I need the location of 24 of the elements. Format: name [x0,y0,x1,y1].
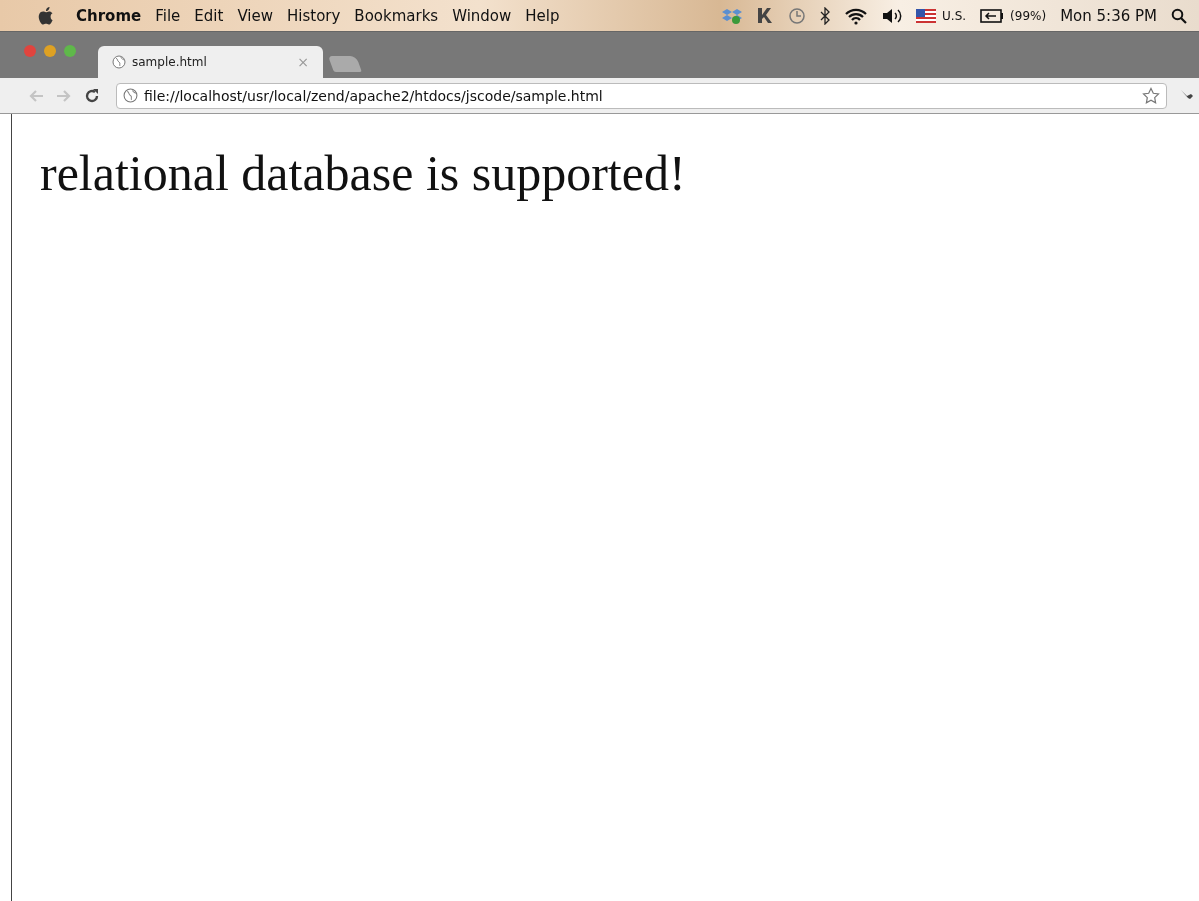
page-heading: relational database is supported! [40,144,687,202]
clock[interactable]: Mon 5:36 PM [1060,6,1157,25]
menu-item[interactable]: Help [525,6,560,25]
reload-icon[interactable] [84,87,100,104]
bluetooth-icon[interactable] [820,6,831,25]
star-icon[interactable] [1142,86,1160,105]
browser-tab[interactable]: sample.html × [98,46,323,78]
app-menu[interactable]: Chrome [76,6,142,25]
menu-item[interactable]: File [155,6,181,25]
menu-item[interactable]: Window [452,6,512,25]
flag-icon[interactable] [916,8,937,23]
volume-icon[interactable] [882,6,903,25]
wifi-icon[interactable] [844,6,869,25]
battery-icon[interactable] [980,8,1005,23]
search-icon[interactable] [1171,7,1187,24]
address-bar[interactable]: file://localhost/usr/local/zend/apache2/htdocs/jscode/sample.html [116,82,1167,109]
clock-icon[interactable] [788,6,807,25]
menu-item[interactable]: View [237,6,273,25]
menu-item[interactable]: Bookmarks [354,6,439,25]
menu-item[interactable]: History [287,6,341,25]
k-icon[interactable] [756,6,775,25]
menu-item[interactable]: Edit [194,6,224,25]
battery-percent: (99%) [1010,8,1047,23]
input-source[interactable]: U.S. [942,8,967,23]
